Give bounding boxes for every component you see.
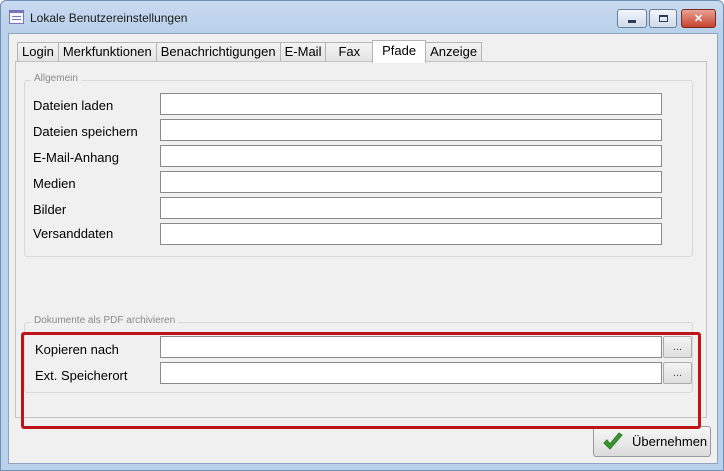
dateien-speichern-input[interactable]: [160, 119, 662, 141]
client-area: Login Merkfunktionen Benachrichtigungen …: [8, 33, 718, 464]
tab-strip: Login Merkfunktionen Benachrichtigungen …: [17, 40, 483, 63]
label-bilder: Bilder: [33, 202, 67, 217]
tab-page-pfade: Allgemein Dateien laden Dateien speicher…: [15, 61, 707, 429]
maximize-icon: [658, 15, 668, 22]
ext-speicherort-browse-button[interactable]: ...: [663, 362, 692, 384]
label-kopieren-nach: Kopieren nach: [35, 342, 119, 357]
uebernehmen-label: Übernehmen: [632, 434, 708, 449]
tab-pfade[interactable]: Pfade: [372, 40, 427, 63]
label-email-anhang: E-Mail-Anhang: [33, 150, 119, 165]
uebernehmen-button[interactable]: Übernehmen: [593, 426, 711, 457]
group-legend-allgemein: Allgemein: [31, 73, 81, 84]
tab-fax[interactable]: Fax: [325, 42, 374, 62]
group-pdf-archiv: Dokumente als PDF archivieren Kopieren n…: [24, 315, 693, 393]
title-bar: Lokale Benutzereinstellungen ✕: [1, 1, 723, 33]
close-icon: ✕: [693, 13, 704, 25]
minimize-icon: [628, 20, 636, 23]
kopieren-nach-input[interactable]: [160, 336, 662, 358]
medien-input[interactable]: [160, 171, 662, 193]
kopieren-nach-browse-button[interactable]: ...: [663, 336, 692, 358]
tab-login[interactable]: Login: [17, 42, 59, 62]
maximize-button[interactable]: [649, 9, 677, 28]
versanddaten-input[interactable]: [160, 223, 662, 245]
tab-benachrichtigungen[interactable]: Benachrichtigungen: [155, 42, 281, 62]
bilder-input[interactable]: [160, 197, 662, 219]
tab-merkfunktionen[interactable]: Merkfunktionen: [57, 42, 157, 62]
label-ext-speicherort: Ext. Speicherort: [35, 368, 128, 383]
app-icon: [9, 10, 24, 24]
tab-email[interactable]: E-Mail: [279, 42, 327, 62]
email-anhang-input[interactable]: [160, 145, 662, 167]
checkmark-icon: [603, 431, 623, 450]
tab-anzeige[interactable]: Anzeige: [425, 42, 483, 62]
group-allgemein: Allgemein Dateien laden Dateien speicher…: [24, 73, 693, 257]
settings-window: Lokale Benutzereinstellungen ✕ Login Mer…: [0, 0, 724, 471]
dateien-laden-input[interactable]: [160, 93, 662, 115]
window-title: Lokale Benutzereinstellungen: [30, 11, 188, 25]
label-medien: Medien: [33, 176, 76, 191]
label-versanddaten: Versanddaten: [33, 226, 114, 241]
minimize-button[interactable]: [617, 9, 647, 28]
label-dateien-speichern: Dateien speichern: [33, 124, 138, 139]
label-dateien-laden: Dateien laden: [33, 98, 114, 113]
group-legend-pdf-archiv: Dokumente als PDF archivieren: [31, 315, 179, 326]
close-button[interactable]: ✕: [681, 9, 716, 28]
ext-speicherort-input[interactable]: [160, 362, 662, 384]
